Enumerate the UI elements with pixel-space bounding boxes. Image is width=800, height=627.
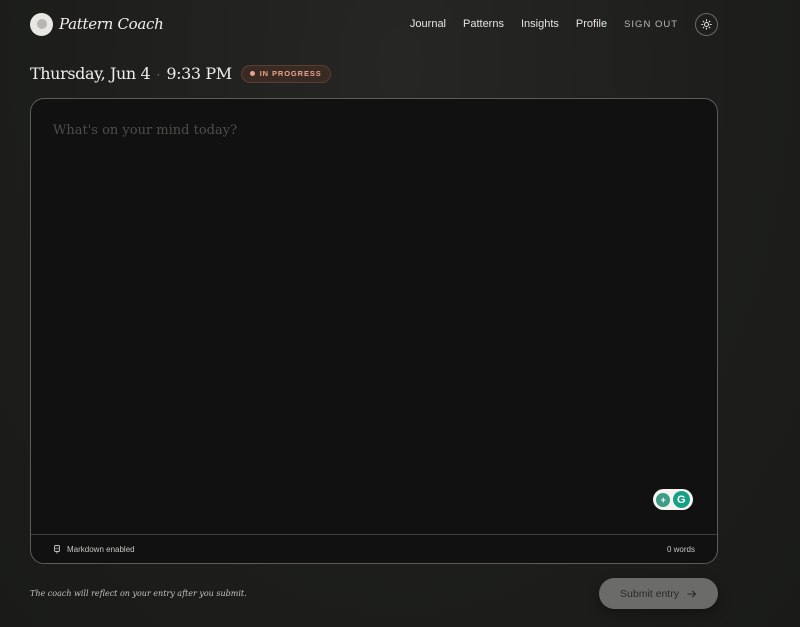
lightbulb-icon[interactable]: + [656, 492, 671, 507]
submit-entry-button[interactable]: Submit entry [599, 578, 718, 609]
status-dot-icon [249, 71, 255, 76]
markdown-icon [54, 544, 60, 553]
logo-icon [30, 12, 53, 36]
main-nav: Journal Patterns Insights Profile SIGN O… [393, 12, 718, 36]
nav-journal[interactable]: Journal [410, 18, 446, 30]
date-separator: · [156, 66, 161, 81]
grammarly-widget[interactable]: + G [653, 489, 693, 510]
entry-heading: Thursday, Jun 4 · 9:33 PM IN PROGRESS [30, 64, 331, 83]
journal-entry-input[interactable] [31, 99, 717, 535]
top-header: Pattern Coach Journal Patterns Insights … [30, 12, 718, 36]
status-badge-label: IN PROGRESS [259, 69, 322, 78]
markdown-indicator: Markdown enabled [53, 545, 135, 554]
brand-name: Pattern Coach [59, 15, 164, 33]
arrow-right-icon [687, 589, 697, 598]
entry-date: Thursday, Jun 4 [30, 64, 151, 83]
nav-patterns[interactable]: Patterns [463, 18, 504, 30]
editor-footer: Markdown enabled 0 words [31, 534, 717, 563]
markdown-label: Markdown enabled [67, 544, 135, 554]
journal-editor: + G Markdown enabled 0 words [30, 98, 718, 564]
sun-icon [701, 18, 712, 30]
word-count: 0 words [666, 544, 695, 554]
grammarly-icon[interactable]: G [672, 491, 690, 508]
submit-entry-label: Submit entry [620, 587, 679, 600]
theme-toggle-button[interactable] [695, 12, 718, 36]
entry-time: 9:33 PM [166, 64, 232, 83]
nav-insights[interactable]: Insights [521, 18, 559, 30]
sign-out-button[interactable]: SIGN OUT [624, 19, 678, 30]
status-badge: IN PROGRESS [240, 64, 331, 83]
brand[interactable]: Pattern Coach [30, 12, 164, 36]
nav-profile[interactable]: Profile [576, 18, 607, 30]
submit-hint: The coach will reflect on your entry aft… [30, 589, 247, 598]
